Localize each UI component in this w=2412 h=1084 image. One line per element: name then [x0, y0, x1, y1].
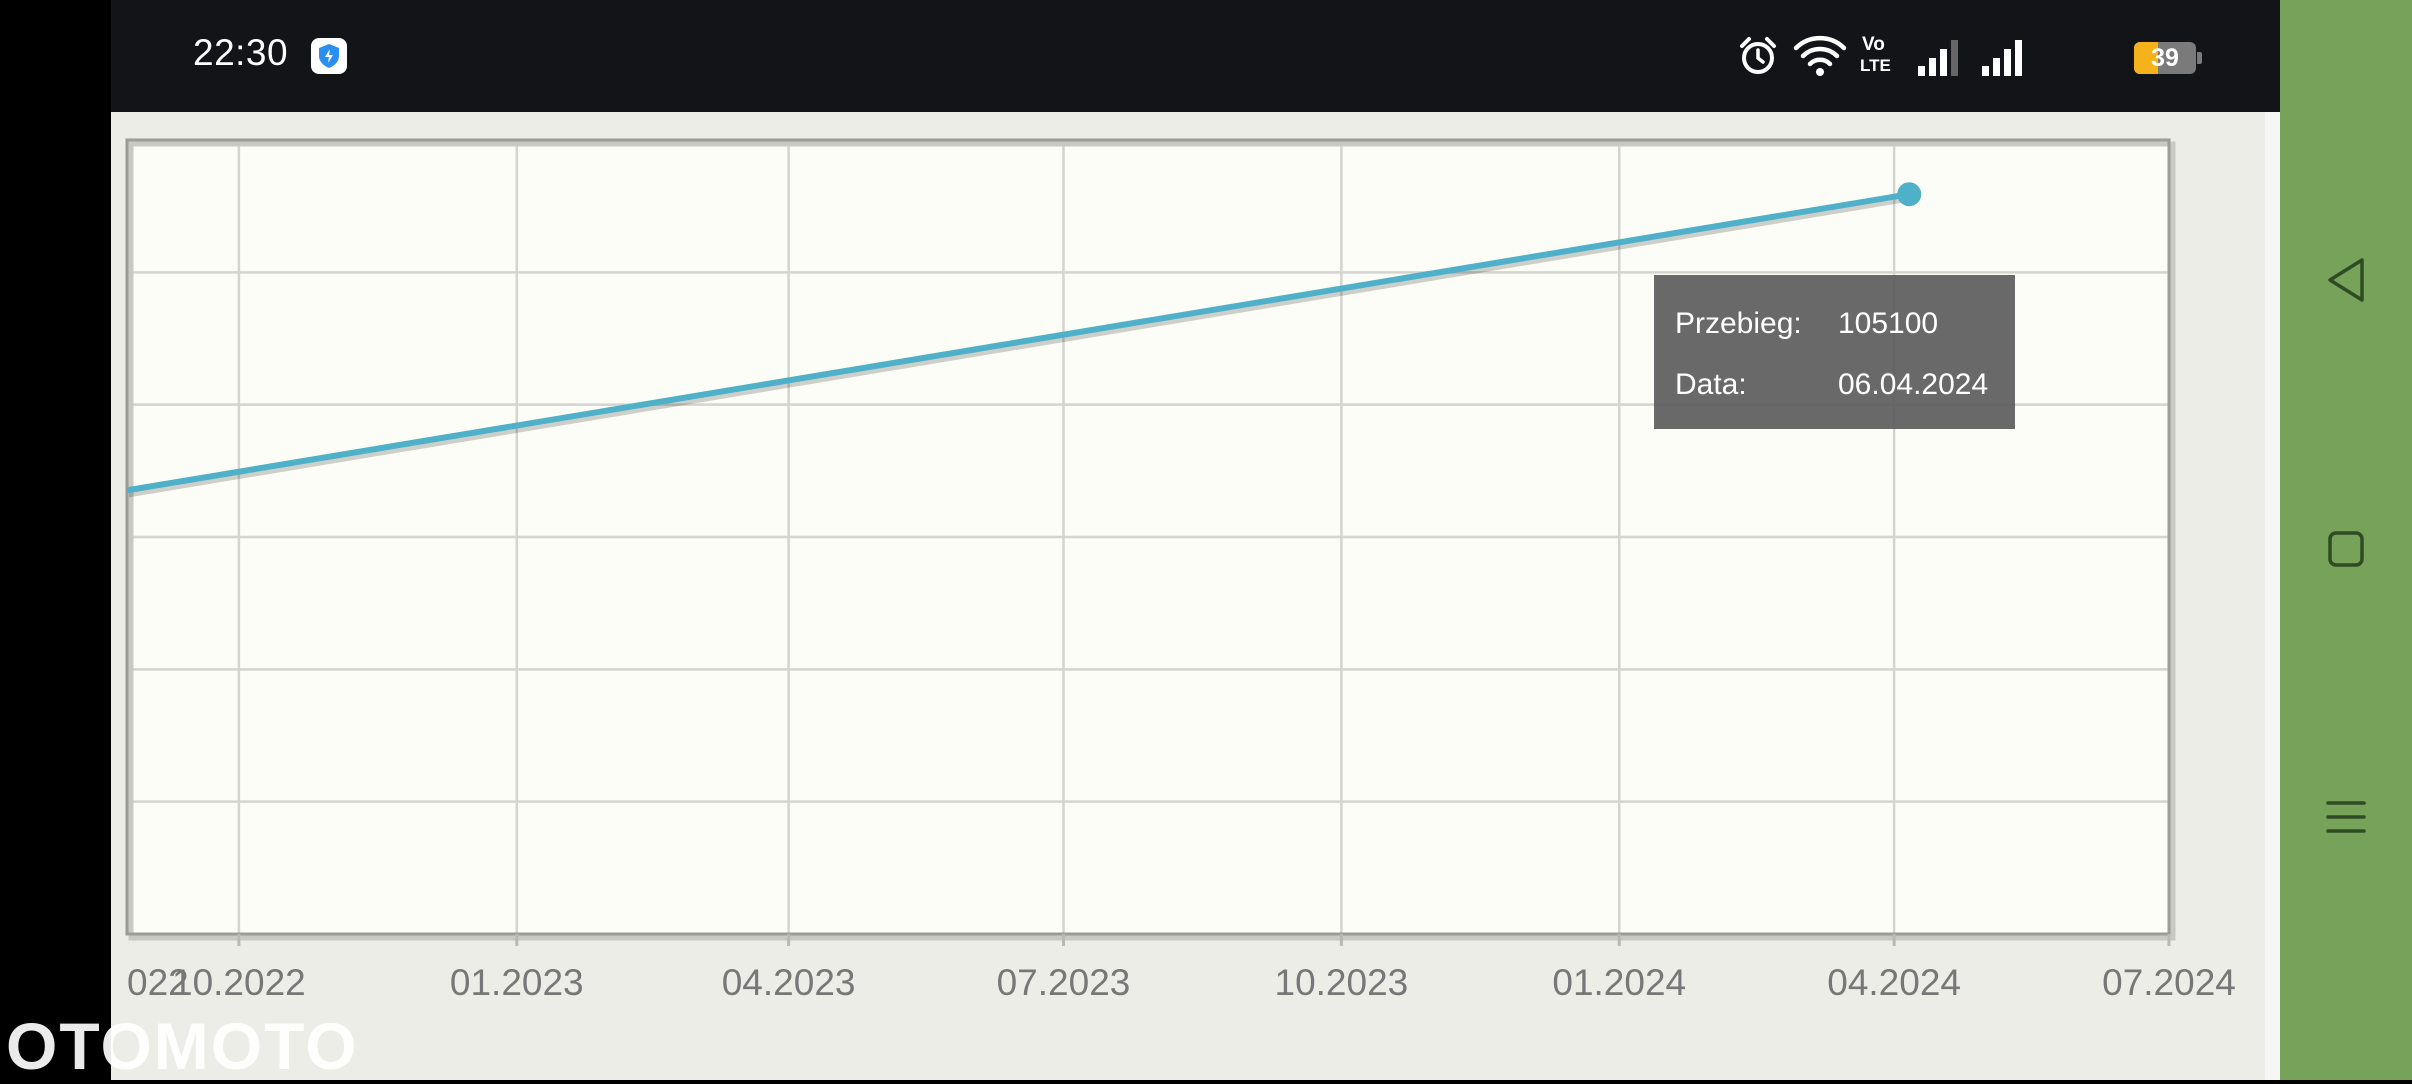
navigation-bar: [2280, 0, 2412, 1080]
x-tick-label: 10.2023: [1275, 962, 1409, 1003]
tooltip-value-mileage: 105100: [1838, 307, 1939, 340]
lte-label: LTE: [1860, 56, 1891, 75]
signal-icon-1: [1916, 38, 1962, 83]
x-tick-label: 01.2023: [450, 962, 584, 1003]
data-point: [1897, 182, 1922, 207]
alarm-clock-icon: [1736, 34, 1780, 83]
x-tick-label: 04.2024: [1827, 962, 1961, 1003]
battery-level: 39: [2151, 44, 2179, 72]
menu-lines-icon[interactable]: [2312, 783, 2380, 851]
back-triangle-icon[interactable]: [2312, 246, 2380, 314]
vo-lte-icon: Vo LTE: [1860, 34, 1904, 78]
data-tooltip: Przebieg: 105100 Data: 06.04.2024: [1654, 275, 2015, 429]
content-edge: [2265, 112, 2280, 1080]
left-black-bar: [0, 0, 111, 1080]
otomoto-watermark: OTOMOTO: [6, 1009, 359, 1083]
x-tick-label: 04.2023: [722, 962, 856, 1003]
chart-grid: [127, 140, 2169, 934]
x-tick-label: 01.2024: [1552, 962, 1686, 1003]
vo-label: Vo: [1862, 34, 1885, 55]
battery-tip: [2197, 52, 2202, 64]
status-bar: 22:30 Vo LTE 39: [111, 0, 2280, 112]
tooltip-value-date: 06.04.2024: [1838, 368, 1989, 401]
shield-icon: [311, 38, 347, 74]
home-square-icon[interactable]: [2312, 515, 2380, 583]
x-tick-label: 10.2022: [172, 962, 306, 1003]
tooltip-label-date: Data:: [1675, 368, 1747, 401]
content-area: 022 10.2022 01.2023 04.2023 07.2023 10.2023 01…: [111, 112, 2265, 1080]
mileage-chart: 02210.2022 01.2023 04.2023 07.2023 10.2023 01…: [125, 138, 2236, 1003]
x-tick-label: 07.2024: [2102, 962, 2236, 1003]
status-time: 22:30: [193, 32, 289, 73]
signal-icon-2: [1980, 38, 2026, 83]
wifi-icon: [1792, 34, 1848, 83]
tooltip-label-mileage: Przebieg:: [1675, 307, 1802, 340]
battery-icon: 39: [2134, 42, 2196, 74]
status-icons: Vo LTE 39: [1736, 30, 2202, 83]
x-axis-ticks: 02210.2022 01.2023 04.2023 07.2023 10.2023 01…: [127, 934, 2236, 1003]
x-tick-label: 07.2023: [997, 962, 1131, 1003]
